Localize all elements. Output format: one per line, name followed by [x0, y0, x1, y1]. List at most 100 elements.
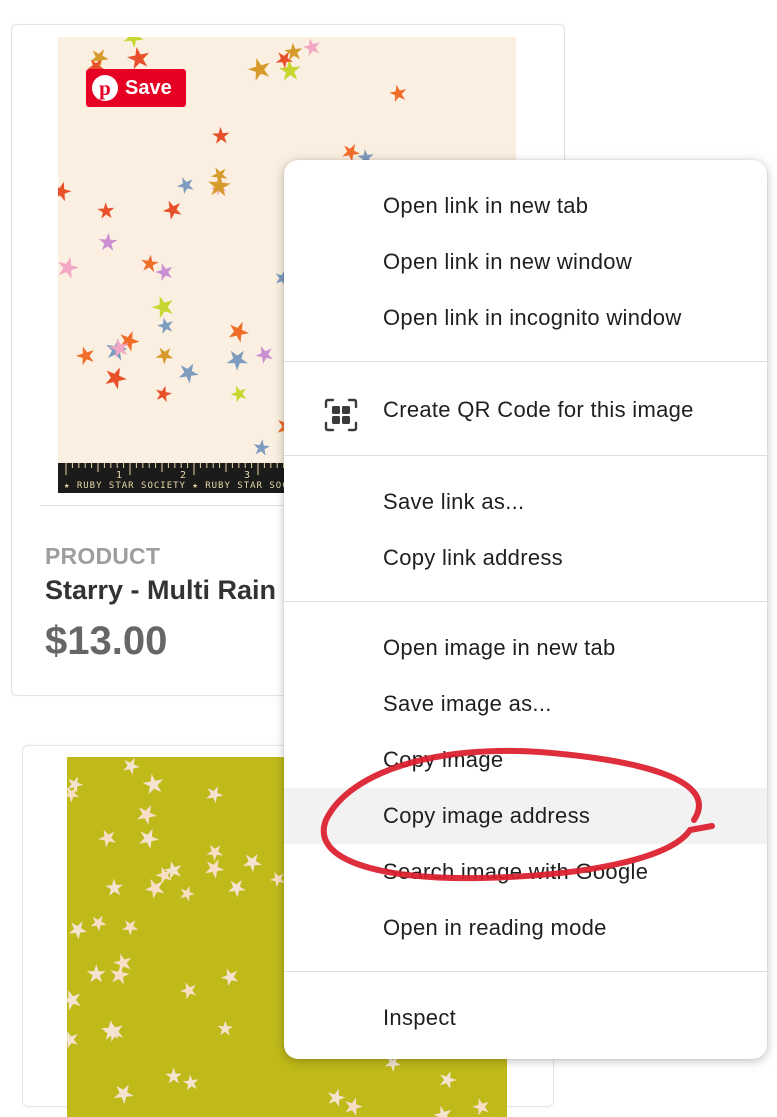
star-shape: [328, 1088, 346, 1107]
menu-item-search-image-google[interactable]: Search image with Google: [284, 844, 767, 900]
star-shape: [141, 254, 159, 273]
menu-separator: [284, 361, 767, 362]
star-shape: [220, 968, 239, 987]
star-shape: [58, 181, 72, 202]
star-shape: [105, 878, 124, 896]
star-shape: [155, 385, 172, 403]
star-shape: [230, 385, 247, 403]
star-shape: [243, 854, 262, 873]
ruler-number: 3: [244, 470, 250, 481]
star-shape: [228, 321, 250, 343]
star-shape: [139, 828, 159, 849]
menu-item-label: Copy link address: [383, 545, 563, 570]
menu-item-label: Open link in new window: [383, 249, 633, 274]
menu-item-copy-link-address[interactable]: Copy link address: [284, 530, 767, 586]
menu-item-save-link-as[interactable]: Save link as...: [284, 474, 767, 530]
menu-item-open-link-incognito[interactable]: Open link in incognito window: [284, 290, 767, 346]
star-shape: [255, 346, 273, 364]
pinterest-save-label: Save: [125, 76, 172, 99]
product-kicker: PRODUCT: [45, 543, 161, 569]
star-shape: [123, 757, 140, 775]
star-shape: [137, 805, 157, 825]
menu-item-open-link-new-tab[interactable]: Open link in new tab: [284, 178, 767, 234]
menu-separator: [284, 601, 767, 602]
star-shape: [389, 84, 407, 102]
star-shape: [269, 871, 285, 888]
menu-item-label: Save image as...: [383, 691, 552, 716]
menu-item-label: Open in reading mode: [383, 915, 607, 940]
star-shape: [90, 915, 107, 932]
star-shape: [67, 787, 80, 803]
star-shape: [247, 58, 270, 81]
ruler-number: 2: [180, 470, 186, 481]
menu-separator: [284, 971, 767, 972]
star-shape: [157, 317, 173, 334]
star-shape: [226, 350, 248, 371]
star-shape: [86, 964, 106, 983]
menu-item-label: Open link in incognito window: [383, 305, 682, 330]
menu-item-label: Copy image address: [383, 803, 591, 828]
star-shape: [212, 126, 230, 144]
star-shape: [162, 200, 182, 220]
star-shape: [75, 346, 94, 366]
menu-separator: [284, 455, 767, 456]
star-shape: [205, 859, 225, 879]
star-shape: [123, 37, 144, 48]
menu-item-save-image-as[interactable]: Save image as...: [284, 676, 767, 732]
menu-item-label: Save link as...: [383, 489, 525, 514]
svg-text:p: p: [99, 76, 111, 100]
star-shape: [182, 1074, 199, 1091]
star-shape: [97, 202, 115, 219]
star-shape: [227, 880, 246, 898]
star-shape: [68, 921, 88, 940]
menu-item-label: Copy image: [383, 747, 504, 772]
star-shape: [67, 990, 81, 1011]
star-shape: [165, 1067, 183, 1084]
star-shape: [58, 257, 79, 279]
star-shape: [105, 367, 127, 390]
context-menu: Open link in new tab Open link in new wi…: [284, 160, 767, 1059]
star-shape: [151, 296, 173, 319]
menu-item-open-image-new-tab[interactable]: Open image in new tab: [284, 620, 767, 676]
menu-item-open-reading-mode[interactable]: Open in reading mode: [284, 900, 767, 956]
star-shape: [98, 232, 118, 251]
menu-item-label: Search image with Google: [383, 859, 649, 884]
product-title[interactable]: Starry - Multi Rain: [45, 575, 276, 606]
star-shape: [113, 1084, 134, 1105]
star-shape: [217, 1020, 234, 1036]
menu-item-inspect[interactable]: Inspect: [284, 990, 767, 1046]
pinterest-logo-icon: p: [92, 75, 118, 101]
star-shape: [206, 786, 224, 804]
star-shape: [180, 886, 195, 902]
star-shape: [206, 844, 224, 862]
menu-item-open-link-new-window[interactable]: Open link in new window: [284, 234, 767, 290]
star-shape: [253, 439, 270, 456]
star-shape: [127, 47, 149, 70]
menu-item-copy-image-address[interactable]: Copy image address: [284, 788, 767, 844]
star-shape: [472, 1098, 489, 1116]
menu-item-copy-image[interactable]: Copy image: [284, 732, 767, 788]
menu-item-label: Inspect: [383, 1005, 457, 1030]
star-shape: [176, 177, 194, 195]
selvedge-text: ★ RUBY STAR SOCIETY ★ RUBY STAR SOCIETY: [64, 481, 315, 491]
pinterest-save-button[interactable]: p Save: [86, 69, 186, 107]
star-shape: [155, 263, 173, 281]
product-price: $13.00: [45, 619, 168, 663]
qr-code-icon: [324, 398, 358, 432]
star-shape: [208, 174, 231, 197]
star-shape: [278, 59, 301, 81]
star-shape: [440, 1071, 457, 1089]
menu-item-create-qr-code[interactable]: Create QR Code for this image: [284, 382, 767, 438]
menu-item-label: Open link in new tab: [383, 193, 589, 218]
menu-item-label: Create QR Code for this image: [383, 397, 694, 422]
star-shape: [144, 878, 165, 899]
star-shape: [122, 920, 139, 936]
menu-item-label: Open image in new tab: [383, 635, 616, 660]
star-shape: [113, 953, 132, 973]
star-shape: [98, 829, 116, 848]
star-shape: [178, 363, 199, 384]
star-shape: [342, 143, 360, 162]
star-shape: [142, 773, 164, 795]
star-shape: [302, 38, 320, 57]
star-shape: [345, 1097, 363, 1116]
